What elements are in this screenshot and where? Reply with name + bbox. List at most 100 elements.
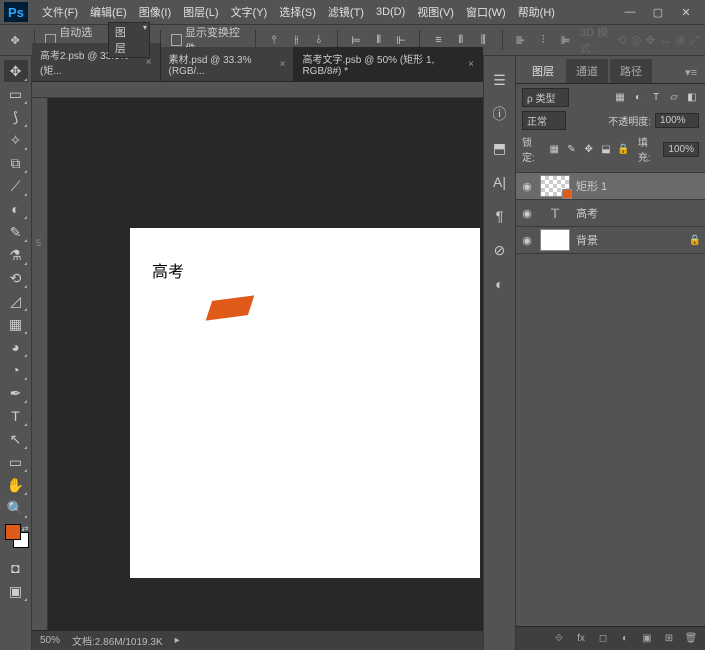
lock-transparent-icon[interactable]: ▦: [548, 142, 561, 156]
zoom-level[interactable]: 50%: [40, 635, 60, 646]
adjustment-layer-icon[interactable]: ◐: [617, 631, 633, 647]
maximize-icon[interactable]: ▢: [651, 5, 665, 19]
menu-layer[interactable]: 图层(L): [177, 2, 224, 22]
hand-tool[interactable]: ✋: [4, 474, 28, 496]
shape-tool[interactable]: ▭: [4, 451, 28, 473]
distribute-space-icon[interactable]: ⊪: [512, 31, 528, 49]
gradient-tool[interactable]: ▦: [4, 313, 28, 335]
tab-close-icon[interactable]: ×: [146, 57, 152, 68]
distribute-space3-icon[interactable]: ⊫: [557, 31, 573, 49]
layer-thumb[interactable]: [540, 229, 570, 251]
menu-help[interactable]: 帮助(H): [512, 2, 561, 22]
filter-smart-icon[interactable]: ◧: [685, 91, 699, 105]
visibility-icon[interactable]: ◉: [520, 234, 534, 247]
lock-paint-icon[interactable]: ✎: [565, 142, 578, 156]
menu-3d[interactable]: 3D(D): [370, 4, 411, 20]
character-panel-icon[interactable]: A|: [488, 170, 512, 194]
styles-panel-icon[interactable]: ◐: [488, 272, 512, 296]
visibility-icon[interactable]: ◉: [520, 180, 534, 193]
status-arrow-icon[interactable]: ▸: [175, 635, 180, 646]
doc-tab-2[interactable]: 高考文字.psb @ 50% (矩形 1, RGB/8#) *×: [294, 47, 483, 81]
layer-row[interactable]: ◉ 背景 🔒: [516, 227, 705, 254]
canvas-viewport[interactable]: 高考: [32, 98, 483, 630]
move-tool[interactable]: ✥: [4, 60, 28, 82]
link-layers-icon[interactable]: ⟐: [551, 631, 567, 647]
paragraph-panel-icon[interactable]: ¶: [488, 204, 512, 228]
right-panels: ☰ ⓘ ⬒ A| ¶ ⊘ ◐ 图层 通道 路径 ▾≡ ρ 类型 ▦: [483, 56, 705, 650]
layer-fx-icon[interactable]: fx: [573, 631, 589, 647]
fill-label: 填充:: [638, 134, 660, 164]
layer-name[interactable]: 高考: [576, 205, 701, 221]
menu-file[interactable]: 文件(F): [36, 2, 84, 22]
group-icon[interactable]: ▣: [639, 631, 655, 647]
layer-thumb[interactable]: T: [540, 202, 570, 224]
panel-tab-channels[interactable]: 通道: [566, 59, 608, 83]
panel-tab-paths[interactable]: 路径: [610, 59, 652, 83]
menu-type[interactable]: 文字(Y): [225, 2, 274, 22]
visibility-icon[interactable]: ◉: [520, 207, 534, 220]
canvas-shape-rect[interactable]: [206, 295, 255, 320]
eyedropper-tool[interactable]: ⟋: [4, 175, 28, 197]
layer-name[interactable]: 矩形 1: [576, 178, 701, 194]
tab-close-icon[interactable]: ×: [468, 59, 474, 70]
foreground-color[interactable]: [5, 524, 21, 540]
filter-kind-dropdown[interactable]: ρ 类型: [522, 88, 569, 107]
layers-panel: 图层 通道 路径 ▾≡ ρ 类型 ▦ ◐ T ▱ ◧: [516, 56, 705, 650]
minimize-icon[interactable]: —: [623, 5, 637, 19]
color-swatches[interactable]: ⇄: [3, 524, 29, 550]
adjustments-panel-icon[interactable]: ⊘: [488, 238, 512, 262]
delete-layer-icon[interactable]: 🗑: [683, 631, 699, 647]
tab-close-icon[interactable]: ×: [280, 59, 286, 70]
canvas[interactable]: 高考: [130, 228, 480, 578]
layer-thumb[interactable]: [540, 175, 570, 197]
filter-adjust-icon[interactable]: ◐: [631, 91, 645, 105]
filter-type-icon[interactable]: T: [649, 91, 663, 105]
blur-tool[interactable]: ◕: [4, 336, 28, 358]
brush-tool[interactable]: ✎: [4, 221, 28, 243]
opacity-input[interactable]: 100%: [655, 113, 699, 128]
info-panel-icon[interactable]: ⓘ: [488, 102, 512, 126]
layer-name[interactable]: 背景: [576, 232, 683, 248]
stamp-tool[interactable]: ⚗: [4, 244, 28, 266]
menu-view[interactable]: 视图(V): [411, 2, 460, 22]
distribute-space2-icon[interactable]: ⫶: [535, 31, 551, 49]
wand-tool[interactable]: ✧: [4, 129, 28, 151]
close-icon[interactable]: ✕: [679, 5, 693, 19]
properties-panel-icon[interactable]: ⬒: [488, 136, 512, 160]
path-tool[interactable]: ↖: [4, 428, 28, 450]
history-brush-tool[interactable]: ⟲: [4, 267, 28, 289]
fill-input[interactable]: 100%: [663, 142, 699, 157]
blend-mode-dropdown[interactable]: 正常: [522, 111, 566, 130]
menu-filter[interactable]: 滤镜(T): [322, 2, 370, 22]
history-panel-icon[interactable]: ☰: [488, 68, 512, 92]
crop-tool[interactable]: ⧉: [4, 152, 28, 174]
filter-shape-icon[interactable]: ▱: [667, 91, 681, 105]
lasso-tool[interactable]: ⟆: [4, 106, 28, 128]
screenmode-tool[interactable]: ▣: [4, 580, 28, 602]
filter-image-icon[interactable]: ▦: [613, 91, 627, 105]
auto-select-dropdown[interactable]: 图层: [108, 22, 150, 58]
dodge-tool[interactable]: ◔: [4, 359, 28, 381]
menu-select[interactable]: 选择(S): [273, 2, 322, 22]
type-tool[interactable]: T: [4, 405, 28, 427]
quickmask-tool[interactable]: ◘: [4, 557, 28, 579]
window-controls: — ▢ ✕: [623, 5, 701, 19]
lock-nest-icon[interactable]: ⬓: [599, 142, 612, 156]
lock-all-icon[interactable]: 🔒: [617, 142, 630, 156]
heal-tool[interactable]: ◐: [4, 198, 28, 220]
menu-image[interactable]: 图像(I): [133, 2, 177, 22]
doc-tab-1[interactable]: 素材.psd @ 33.3%(RGB/...×: [161, 47, 295, 81]
layer-mask-icon[interactable]: ◻: [595, 631, 611, 647]
marquee-tool[interactable]: ▭: [4, 83, 28, 105]
menu-edit[interactable]: 编辑(E): [84, 2, 133, 22]
layer-row[interactable]: ◉ T 高考: [516, 200, 705, 227]
pen-tool[interactable]: ✒: [4, 382, 28, 404]
zoom-tool[interactable]: 🔍: [4, 497, 28, 519]
new-layer-icon[interactable]: ⊞: [661, 631, 677, 647]
eraser-tool[interactable]: ◿: [4, 290, 28, 312]
menu-window[interactable]: 窗口(W): [460, 2, 512, 22]
panel-tab-layers[interactable]: 图层: [522, 59, 564, 83]
panel-menu-icon[interactable]: ▾≡: [677, 62, 705, 83]
lock-move-icon[interactable]: ✥: [582, 142, 595, 156]
layer-row[interactable]: ◉ 矩形 1: [516, 173, 705, 200]
